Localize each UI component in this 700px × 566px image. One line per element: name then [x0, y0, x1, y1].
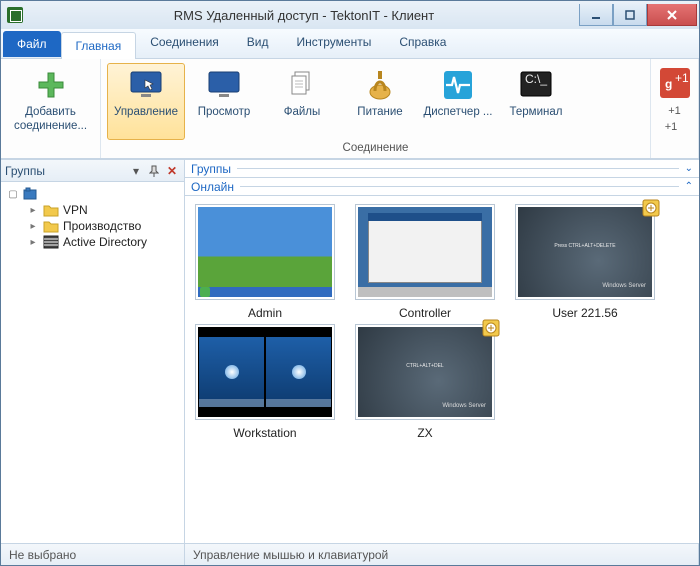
warning-badge-icon — [642, 199, 660, 217]
terminal-icon: C:\_ — [519, 68, 553, 102]
menubar: Файл Главная Соединения Вид Инструменты … — [1, 29, 699, 59]
thumb-label: Admin — [248, 306, 282, 320]
window-title: RMS Удаленный доступ - TektonIT - Клиент — [29, 8, 579, 23]
ribbon-label: Питание — [357, 106, 402, 120]
add-connection-label: Добавить соединение... — [10, 106, 91, 134]
tab-help[interactable]: Справка — [385, 29, 460, 58]
files-icon — [285, 68, 319, 102]
tab-main[interactable]: Главная — [61, 32, 137, 59]
thumbnails: Admin Controller Wind — [185, 196, 699, 543]
screenshot — [195, 204, 335, 300]
section-label: Онлайн — [191, 180, 234, 194]
chevron-down-icon: ⌄ — [685, 163, 693, 174]
folder-icon — [43, 219, 59, 233]
ribbon-item-terminal[interactable]: C:\_ Терминал — [497, 63, 575, 140]
app-window: RMS Удаленный доступ - TektonIT - Клиент… — [0, 0, 700, 566]
groups-title: Группы — [5, 164, 45, 178]
titlebar: RMS Удаленный доступ - TektonIT - Клиент — [1, 1, 699, 29]
svg-text:C:\_: C:\_ — [525, 72, 547, 86]
main-area: Группы ⌄ Онлайн ⌃ Admin — [185, 160, 699, 543]
screenshot: Windows Server Press CTRL+ALT+DELETE — [515, 204, 655, 300]
plus-icon — [34, 68, 68, 102]
minimize-button[interactable] — [579, 4, 613, 26]
app-icon — [7, 7, 23, 23]
ribbon-item-taskmgr[interactable]: Диспетчер ... — [419, 63, 497, 140]
screenshot — [355, 204, 495, 300]
tab-view[interactable]: Вид — [233, 29, 283, 58]
collapse-icon[interactable]: ▢ — [7, 189, 19, 200]
section-online[interactable]: Онлайн ⌃ — [185, 178, 699, 196]
tree-item-ad[interactable]: ▸ Active Directory — [3, 234, 182, 250]
active-directory-icon — [43, 235, 59, 249]
chevron-up-icon: ⌃ — [685, 181, 693, 192]
ribbon-item-power[interactable]: Питание — [341, 63, 419, 140]
expand-icon[interactable]: ▸ — [27, 205, 39, 216]
window-controls — [579, 4, 697, 26]
menu-file[interactable]: Файл — [3, 31, 61, 57]
body: Группы ▾ ✕ ▢ ▸ VPN ▸ Про — [1, 159, 699, 543]
thumb-label: ZX — [417, 426, 432, 440]
add-connection-button[interactable]: Добавить соединение... — [7, 63, 94, 140]
tree-label: Производство — [63, 219, 141, 233]
ribbon-group-label: Соединение — [101, 140, 650, 158]
groups-tree: ▢ ▸ VPN ▸ Производство ▸ Active Director… — [1, 182, 184, 254]
ribbon-group-social: g+1 +1 +1 — [651, 59, 699, 158]
svg-text:g: g — [665, 77, 672, 91]
expand-icon[interactable]: ▸ — [27, 237, 39, 248]
tree-label: VPN — [63, 203, 88, 217]
svg-text:+1: +1 — [675, 71, 689, 85]
ribbon-group-connection: Управление Просмотр Файлы — [101, 59, 651, 158]
groups-panel-header: Группы ▾ ✕ — [1, 160, 184, 182]
ribbon-item-view[interactable]: Просмотр — [185, 63, 263, 140]
tree-root[interactable]: ▢ — [3, 186, 182, 202]
status-right: Управление мышью и клавиатурой — [185, 544, 699, 565]
panel-close-icon[interactable]: ✕ — [164, 163, 180, 179]
monitor-cursor-icon — [129, 68, 163, 102]
monitor-icon — [207, 68, 241, 102]
chevron-down-icon[interactable]: ▾ — [128, 163, 144, 179]
pin-icon[interactable] — [146, 163, 162, 179]
tab-tools[interactable]: Инструменты — [283, 29, 386, 58]
folder-icon — [43, 203, 59, 217]
connection-thumb-user[interactable]: Windows Server Press CTRL+ALT+DELETE Use… — [509, 204, 661, 320]
power-icon — [363, 68, 397, 102]
google-plus-button[interactable]: g+1 — [655, 63, 695, 103]
connection-thumb-zx[interactable]: Windows Server CTRL+ALT+DEL ZX — [349, 324, 501, 440]
maximize-button[interactable] — [613, 4, 647, 26]
expand-icon[interactable]: ▸ — [27, 221, 39, 232]
status-left: Не выбрано — [1, 544, 185, 565]
thumb-label: Controller — [399, 306, 451, 320]
thumb-label: Workstation — [233, 426, 296, 440]
close-button[interactable] — [647, 4, 697, 26]
ribbon-item-files[interactable]: Файлы — [263, 63, 341, 140]
pulse-icon — [441, 68, 475, 102]
connection-thumb-admin[interactable]: Admin — [189, 204, 341, 320]
section-label: Группы — [191, 162, 231, 176]
plusone-count-2: +1 — [651, 119, 691, 137]
tab-connections[interactable]: Соединения — [136, 29, 233, 58]
tree-item-vpn[interactable]: ▸ VPN — [3, 202, 182, 218]
ribbon-label: Терминал — [510, 106, 563, 120]
ribbon-label: Диспетчер ... — [423, 106, 492, 120]
ribbon-label: Управление — [114, 106, 178, 120]
root-icon — [23, 187, 39, 201]
ribbon: Добавить соединение... Управление Просмо… — [1, 59, 699, 159]
ribbon-label: Просмотр — [198, 106, 251, 120]
tree-label: Active Directory — [63, 235, 147, 249]
connection-thumb-workstation[interactable]: Workstation — [189, 324, 341, 440]
thumb-label: User 221.56 — [552, 306, 617, 320]
screenshot — [195, 324, 335, 420]
section-groups[interactable]: Группы ⌄ — [185, 160, 699, 178]
ribbon-group-add: Добавить соединение... — [1, 59, 101, 158]
groups-panel: Группы ▾ ✕ ▢ ▸ VPN ▸ Про — [1, 160, 185, 543]
statusbar: Не выбрано Управление мышью и клавиатуро… — [1, 543, 699, 565]
connection-thumb-controller[interactable]: Controller — [349, 204, 501, 320]
warning-badge-icon — [482, 319, 500, 337]
tree-item-production[interactable]: ▸ Производство — [3, 218, 182, 234]
ribbon-label: Файлы — [284, 106, 321, 120]
plusone-count-1: +1 — [655, 105, 695, 117]
screenshot: Windows Server CTRL+ALT+DEL — [355, 324, 495, 420]
ribbon-item-control[interactable]: Управление — [107, 63, 185, 140]
